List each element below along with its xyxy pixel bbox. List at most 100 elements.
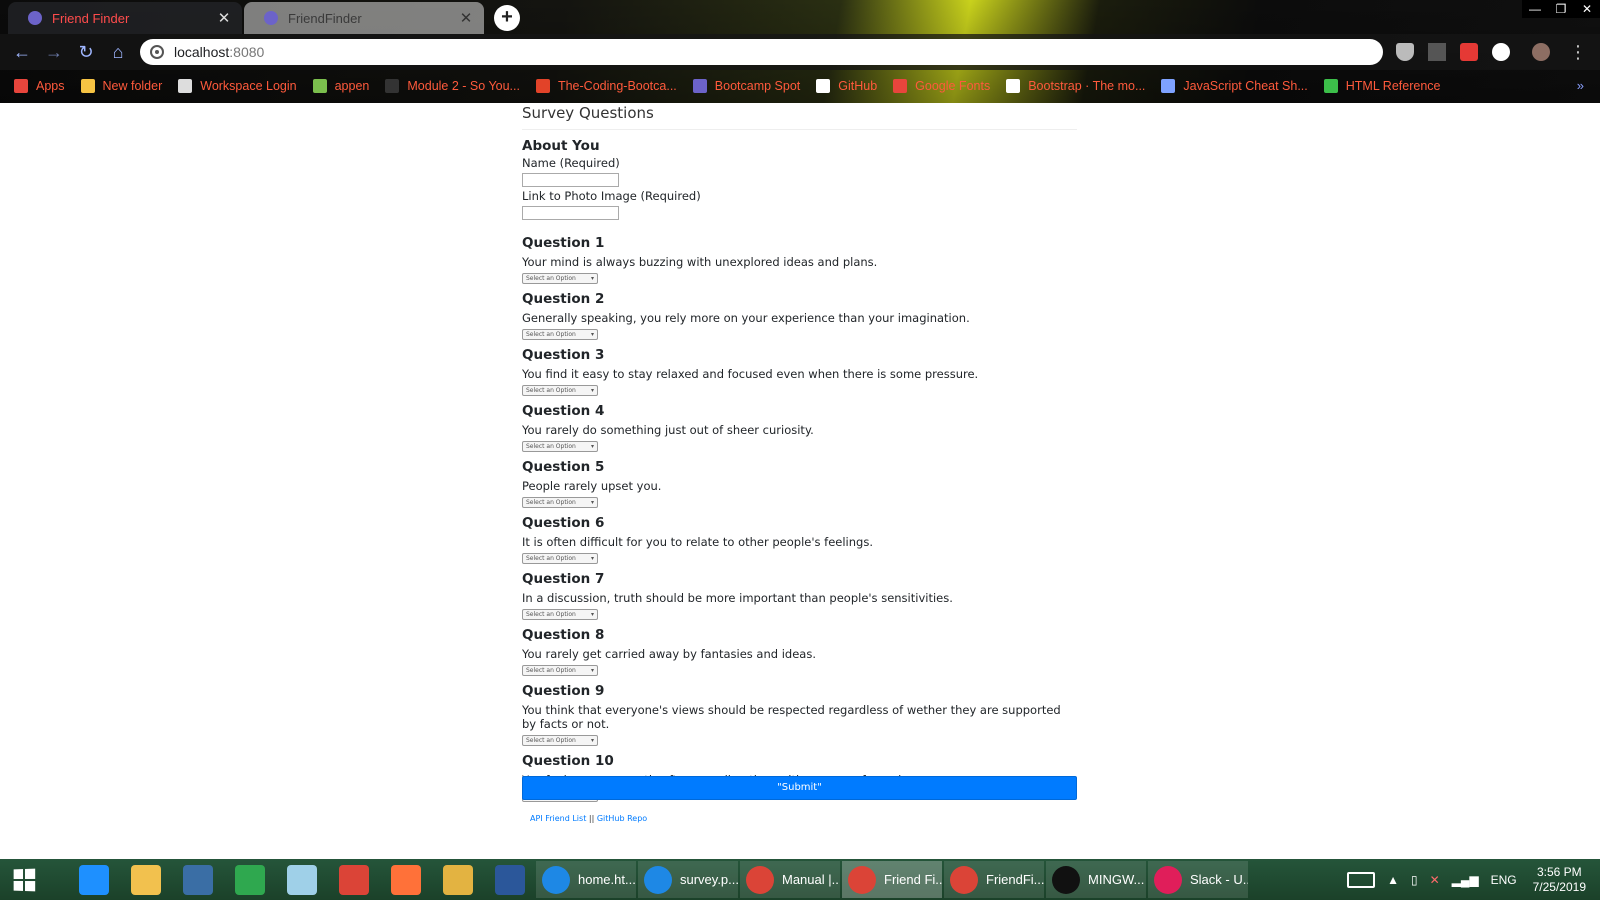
- answer-select[interactable]: Select an Option ▾: [522, 609, 598, 620]
- file-explorer-taskbar-button[interactable]: [120, 859, 172, 900]
- taskbar-app[interactable]: Manual |...: [740, 861, 840, 898]
- firefox-taskbar-button[interactable]: [380, 859, 432, 900]
- answer-select[interactable]: Select an Option ▾: [522, 329, 598, 340]
- bookmark-item[interactable]: The-Coding-Bootca...: [535, 79, 677, 93]
- taskbar-app[interactable]: Slack - U...: [1148, 861, 1248, 898]
- question-text: Generally speaking, you rely more on you…: [522, 311, 970, 325]
- bookmark-item[interactable]: HTML Reference: [1323, 79, 1440, 93]
- chrome-taskbar-button[interactable]: [328, 859, 380, 900]
- vscode-icon: [644, 865, 672, 894]
- face-extension-icon[interactable]: [1492, 43, 1510, 61]
- show-hidden-icons-icon[interactable]: ▲: [1387, 873, 1399, 887]
- question-4: Question 4 You rarely do something just o…: [522, 403, 1077, 452]
- bookmark-item[interactable]: Apps: [14, 79, 65, 93]
- github-repo-link[interactable]: GitHub Repo: [597, 814, 647, 823]
- survey-container: Survey Questions About You Name (Require…: [522, 103, 1077, 823]
- answer-select[interactable]: Select an Option ▾: [522, 497, 598, 508]
- bookmark-item[interactable]: GitHub: [816, 79, 877, 93]
- word-taskbar-button[interactable]: [484, 859, 536, 900]
- question-text: You rarely do something just out of shee…: [522, 423, 814, 437]
- language-indicator[interactable]: ENG: [1491, 873, 1517, 887]
- start-button[interactable]: [0, 859, 48, 900]
- select-placeholder: Select an Option: [526, 499, 576, 506]
- question-text: In a discussion, truth should be more im…: [522, 591, 953, 605]
- menu-kebab-icon[interactable]: ⋮: [1566, 41, 1590, 63]
- bookmark-item[interactable]: Workspace Login: [178, 79, 297, 93]
- google-fonts-icon: [893, 79, 908, 93]
- device-icon[interactable]: ▯: [1411, 873, 1418, 887]
- taskbar-app-label: FriendFi...: [986, 872, 1044, 887]
- minimize-icon[interactable]: —: [1522, 0, 1548, 18]
- select-placeholder: Select an Option: [526, 611, 576, 618]
- new-tab-button[interactable]: +: [494, 5, 520, 31]
- profile-avatar-icon[interactable]: [1532, 43, 1550, 61]
- close-tab-icon[interactable]: ✕: [216, 9, 232, 27]
- bootcamp-icon: [692, 79, 707, 93]
- answer-select[interactable]: Select an Option ▾: [522, 441, 598, 452]
- taskbar-app[interactable]: Friend Fi...: [842, 861, 942, 898]
- chevron-down-icon: ▾: [590, 499, 594, 506]
- internet-explorer-taskbar-button[interactable]: [68, 859, 120, 900]
- back-arrow-icon[interactable]: ←: [10, 41, 34, 63]
- notepad-taskbar-button[interactable]: [276, 859, 328, 900]
- taskbar-app[interactable]: FriendFi...: [944, 861, 1044, 898]
- pdf-extension-icon[interactable]: [1428, 43, 1446, 61]
- clock[interactable]: 3:56 PM 7/25/2019: [1533, 865, 1586, 895]
- taskbar-app[interactable]: MINGW...: [1046, 861, 1146, 898]
- lenovo-taskbar-button[interactable]: [172, 859, 224, 900]
- bookmark-item[interactable]: appen: [312, 79, 370, 93]
- close-window-icon[interactable]: ✕: [1574, 0, 1600, 18]
- reload-icon[interactable]: ↻: [74, 41, 98, 63]
- gitlab-icon: [535, 79, 550, 93]
- answer-select[interactable]: Select an Option ▾: [522, 273, 598, 284]
- answer-select[interactable]: Select an Option ▾: [522, 665, 598, 676]
- photo-link-input[interactable]: [522, 206, 619, 220]
- volume-muted-icon[interactable]: ✕: [1430, 873, 1440, 887]
- video-extension-icon[interactable]: [1460, 43, 1478, 61]
- answer-select[interactable]: Select an Option ▾: [522, 385, 598, 396]
- bookmark-item[interactable]: New folder: [80, 79, 162, 93]
- forward-arrow-icon[interactable]: →: [42, 41, 66, 63]
- bookmark-label: appen: [334, 79, 370, 93]
- footer-links: API Friend List || GitHub Repo: [530, 814, 647, 823]
- answer-select[interactable]: Select an Option ▾: [522, 553, 598, 564]
- home-icon[interactable]: ⌂: [106, 41, 130, 63]
- network-signal-icon[interactable]: ▂▄▆: [1452, 873, 1479, 887]
- restore-icon[interactable]: ❐: [1548, 0, 1574, 18]
- close-tab-icon[interactable]: ✕: [458, 9, 474, 27]
- chrome-icon: [339, 864, 369, 895]
- store-taskbar-button[interactable]: [224, 859, 276, 900]
- clock-date: 7/25/2019: [1532, 879, 1586, 894]
- bookmark-item[interactable]: Bootcamp Spot: [692, 79, 800, 93]
- question-title: Question 4: [522, 403, 605, 419]
- site-info-icon[interactable]: [150, 45, 164, 59]
- select-placeholder: Select an Option: [526, 387, 576, 394]
- name-input[interactable]: [522, 173, 619, 187]
- bookmark-item[interactable]: Module 2 - So You...: [385, 79, 520, 93]
- bookmarks-overflow-icon[interactable]: »: [1577, 78, 1584, 93]
- slack-icon: [1154, 865, 1182, 894]
- answer-select[interactable]: Select an Option ▾: [522, 735, 598, 746]
- windows-taskbar: home.ht... survey.p... Manual |... Friend F…: [0, 859, 1600, 900]
- submit-button[interactable]: "Submit": [522, 776, 1077, 800]
- git-taskbar-button[interactable]: [432, 859, 484, 900]
- taskbar-app[interactable]: home.ht...: [536, 861, 636, 898]
- bookmark-item[interactable]: Google Fonts: [893, 79, 990, 93]
- bookmark-item[interactable]: JavaScript Cheat Sh...: [1161, 79, 1308, 93]
- clock-time: 3:56 PM: [1536, 864, 1582, 879]
- keyboard-icon[interactable]: [1347, 871, 1376, 888]
- vscode-icon: [542, 865, 570, 894]
- bookmark-item[interactable]: Bootstrap · The mo...: [1006, 79, 1145, 93]
- select-placeholder: Select an Option: [526, 275, 576, 282]
- tab-friend-finder[interactable]: Friend Finder ✕: [8, 2, 242, 34]
- address-bar[interactable]: localhost :8080: [140, 39, 1383, 65]
- taskbar-app-label: Slack - U...: [1190, 872, 1248, 887]
- file-explorer-icon: [131, 864, 161, 895]
- question-7: Question 7 In a discussion, truth should …: [522, 571, 1077, 620]
- api-friend-list-link[interactable]: API Friend List: [530, 814, 586, 823]
- lenovo-icon: [183, 864, 213, 895]
- shield-extension-icon[interactable]: [1396, 43, 1414, 61]
- tab-friendfinder[interactable]: FriendFinder ✕: [244, 2, 484, 34]
- taskbar-app[interactable]: survey.p...: [638, 861, 738, 898]
- windows-logo-icon: [13, 868, 36, 891]
